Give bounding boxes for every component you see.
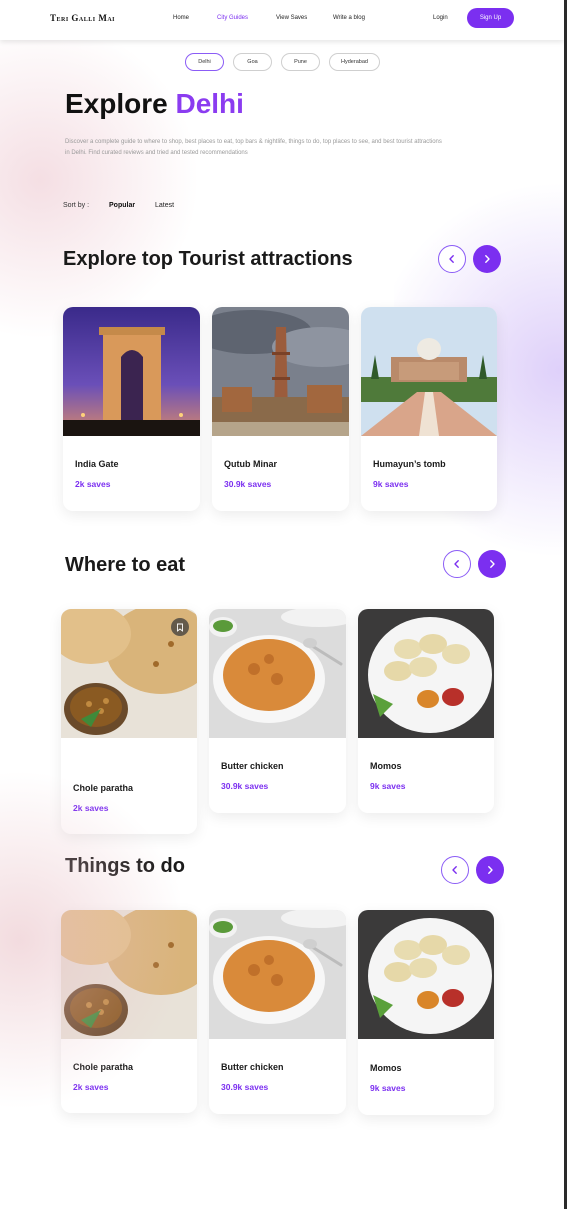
- city-chip-hyderabad[interactable]: Hyderabad: [329, 53, 380, 71]
- eat-card-chole-paratha[interactable]: Chole paratha 2k saves: [61, 609, 197, 834]
- bookmark-button[interactable]: [171, 618, 189, 636]
- card-saves: 9k saves: [370, 1083, 406, 1093]
- things-next-button[interactable]: [476, 856, 504, 884]
- title-prefix: Explore: [65, 88, 176, 119]
- nav-write-a-blog[interactable]: Write a blog: [333, 15, 365, 21]
- sign-up-button[interactable]: Sign Up: [467, 8, 514, 28]
- sort-label: Sort by :: [63, 202, 90, 209]
- chole-paratha-photo: [61, 609, 197, 738]
- login-link[interactable]: Login: [433, 15, 448, 21]
- india-gate-photo: [63, 307, 200, 436]
- card-name: Humayun’s tomb: [373, 459, 446, 469]
- things-card-butter-chicken[interactable]: Butter chicken 30.9k saves: [209, 910, 346, 1114]
- chole-paratha-photo: [61, 910, 197, 1039]
- card-name: Chole paratha: [73, 1062, 134, 1072]
- title-city: Delhi: [175, 88, 244, 119]
- things-prev-button[interactable]: [441, 856, 469, 884]
- nav-home[interactable]: Home: [173, 15, 189, 21]
- chevron-right-icon: [490, 560, 495, 568]
- attraction-card-qutub-minar[interactable]: Qutub Minar 30.9k saves: [212, 307, 349, 511]
- card-name: Butter chicken: [221, 761, 284, 771]
- card-saves: 9k saves: [373, 479, 409, 489]
- card-name: Momos: [370, 1063, 402, 1073]
- attraction-card-humayuns-tomb[interactable]: Humayun’s tomb 9k saves: [361, 307, 497, 511]
- chevron-left-icon: [449, 255, 454, 263]
- card-saves: 30.9k saves: [221, 1082, 269, 1092]
- card-name: Momos: [370, 761, 402, 771]
- page: Teri Galli Mai Home City Guides View Sav…: [0, 0, 564, 1209]
- bookmark-icon: [177, 623, 183, 632]
- things-card-chole-paratha[interactable]: Chole paratha 2k saves: [61, 910, 197, 1113]
- card-name: Qutub Minar: [224, 459, 277, 469]
- chevron-left-icon: [452, 866, 457, 874]
- page-title: Explore Delhi: [65, 88, 244, 120]
- qutub-minar-photo: [212, 307, 349, 436]
- chevron-left-icon: [454, 560, 459, 568]
- site-logo[interactable]: Teri Galli Mai: [50, 13, 115, 23]
- card-name: Butter chicken: [221, 1062, 284, 1072]
- sort-latest[interactable]: Latest: [155, 202, 174, 209]
- attractions-next-button[interactable]: [473, 245, 501, 273]
- things-card-momos[interactable]: Momos 9k saves: [358, 910, 494, 1115]
- city-chip-delhi[interactable]: Delhi: [185, 53, 224, 71]
- butter-chicken-photo: [209, 609, 346, 738]
- top-navbar: Teri Galli Mai Home City Guides View Sav…: [0, 0, 564, 40]
- humayuns-tomb-photo: [361, 307, 497, 436]
- attraction-card-india-gate[interactable]: India Gate 2k saves: [63, 307, 200, 511]
- chevron-right-icon: [485, 255, 490, 263]
- card-saves: 30.9k saves: [221, 781, 269, 791]
- nav-view-saves[interactable]: View Saves: [276, 15, 307, 21]
- nav-city-guides[interactable]: City Guides: [217, 15, 248, 21]
- card-name: India Gate: [75, 459, 119, 469]
- city-chip-pune[interactable]: Pune: [281, 53, 320, 71]
- attractions-prev-button[interactable]: [438, 245, 466, 273]
- eat-card-momos[interactable]: Momos 9k saves: [358, 609, 494, 813]
- card-name: Chole paratha: [73, 783, 134, 793]
- card-saves: 2k saves: [75, 479, 111, 489]
- card-saves: 9k saves: [370, 781, 406, 791]
- card-saves: 30.9k saves: [224, 479, 272, 489]
- card-saves: 2k saves: [73, 803, 109, 813]
- butter-chicken-photo: [209, 910, 346, 1039]
- section-title-things-to-do: Things to do: [65, 855, 185, 877]
- eat-prev-button[interactable]: [443, 550, 471, 578]
- card-saves: 2k saves: [73, 1082, 109, 1092]
- page-description: Discover a complete guide to where to sh…: [65, 139, 442, 156]
- chevron-right-icon: [488, 866, 493, 874]
- sort-popular[interactable]: Popular: [109, 202, 135, 209]
- eat-next-button[interactable]: [478, 550, 506, 578]
- section-title-where-to-eat: Where to eat: [65, 554, 186, 576]
- section-title-attractions: Explore top Tourist attractions: [63, 248, 353, 270]
- city-chip-goa[interactable]: Goa: [233, 53, 272, 71]
- momos-photo: [358, 910, 494, 1039]
- eat-card-butter-chicken[interactable]: Butter chicken 30.9k saves: [209, 609, 346, 813]
- momos-photo: [358, 609, 494, 738]
